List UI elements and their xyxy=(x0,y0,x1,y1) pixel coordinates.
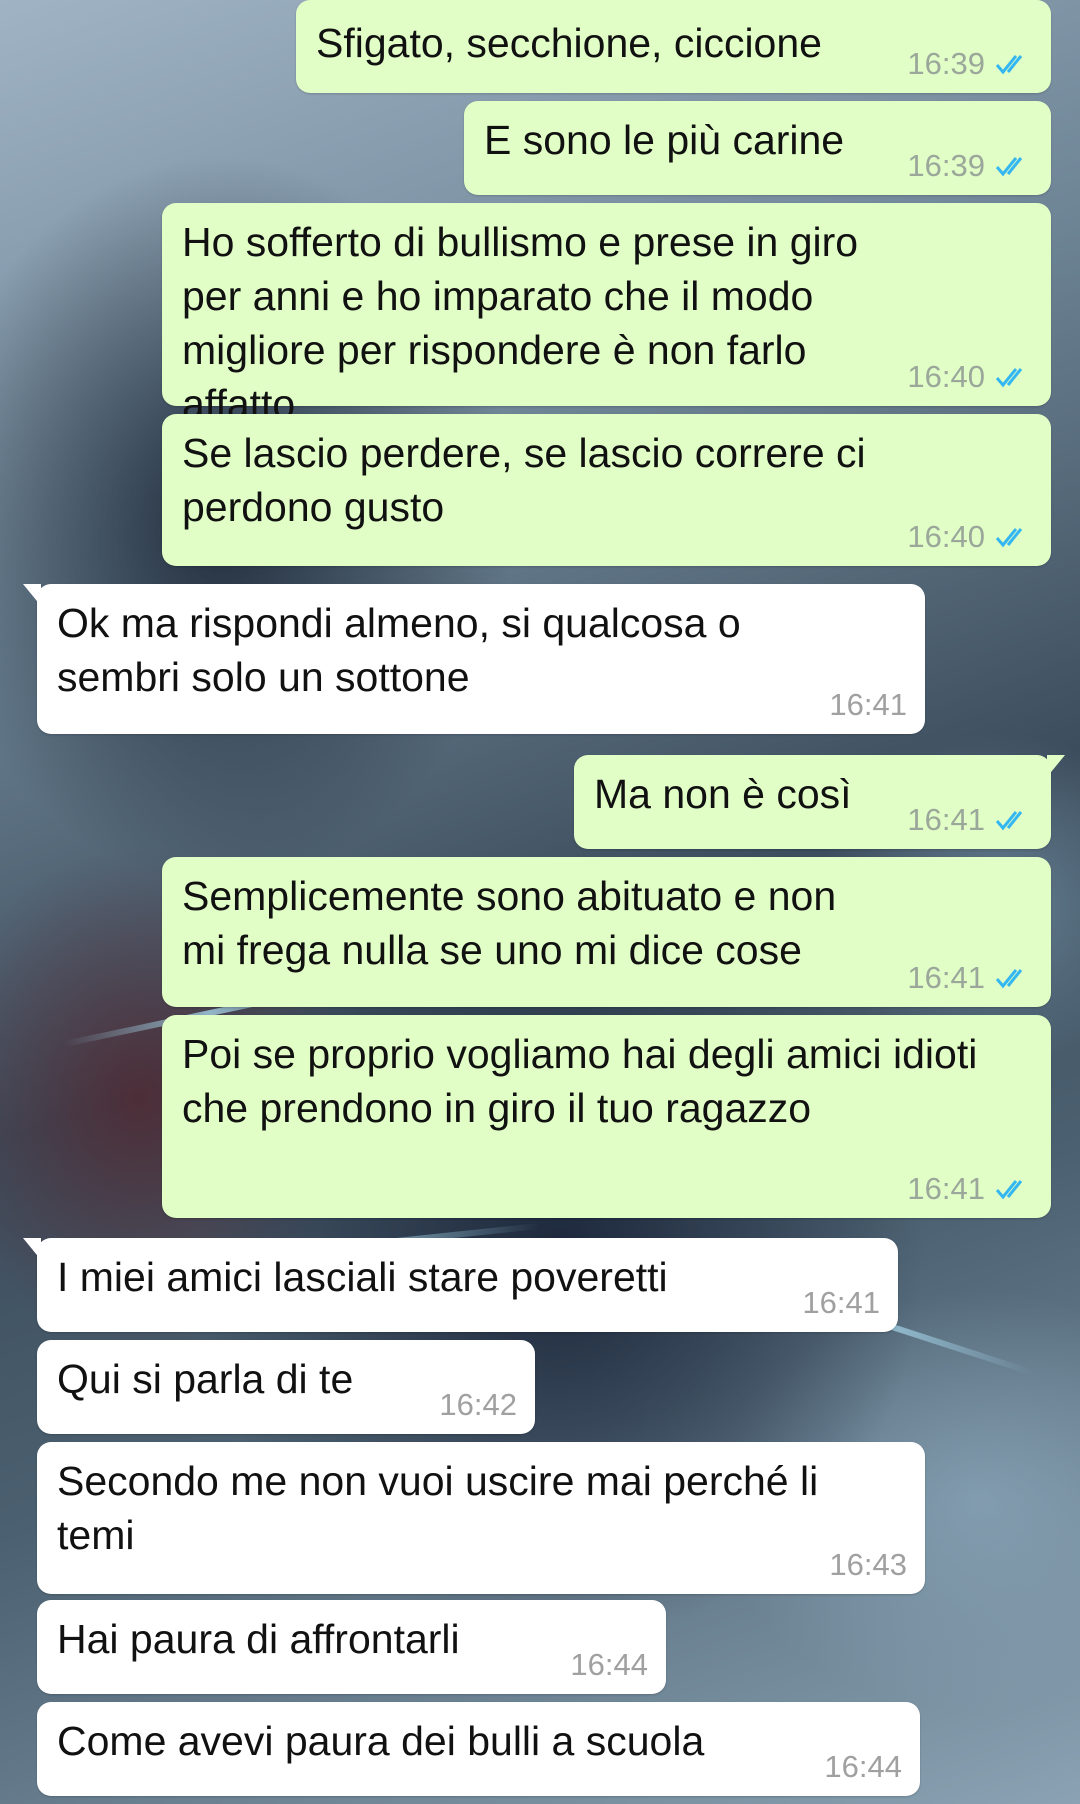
message-text: I miei amici lasciali stare poveretti xyxy=(57,1254,668,1300)
double-check-read-icon xyxy=(995,811,1023,831)
outgoing-message[interactable]: Se lascio perdere, se lascio correre ci … xyxy=(162,414,1051,566)
message-list: Sfigato, secchione, ciccione 16:39 E son… xyxy=(0,0,1080,1804)
message-meta: 16:43 xyxy=(829,1548,907,1582)
double-check-read-icon xyxy=(995,157,1023,177)
incoming-message[interactable]: Secondo me non vuoi uscire mai perché li… xyxy=(37,1442,925,1594)
message-time: 16:41 xyxy=(907,802,985,837)
message-meta: 16:41 xyxy=(907,961,1033,995)
incoming-message[interactable]: Ok ma rispondi almeno, si qualcosa o sem… xyxy=(23,584,925,734)
message-text: Secondo me non vuoi uscire mai perché li… xyxy=(57,1458,819,1558)
message-meta: 16:41 xyxy=(907,803,1033,837)
message-meta: 16:42 xyxy=(439,1388,517,1422)
outgoing-message[interactable]: Semplicemente sono abituato e non mi fre… xyxy=(162,857,1051,1007)
message-meta: 16:39 xyxy=(907,47,1033,81)
incoming-message[interactable]: I miei amici lasciali stare poveretti 16… xyxy=(23,1238,898,1332)
message-time: 16:41 xyxy=(829,687,907,722)
message-time: 16:41 xyxy=(802,1285,880,1320)
message-time: 16:43 xyxy=(829,1547,907,1582)
message-meta: 16:41 xyxy=(907,1172,1033,1206)
double-check-read-icon xyxy=(995,528,1023,548)
double-check-read-icon xyxy=(995,969,1023,989)
incoming-message[interactable]: Hai paura di affrontarli 16:44 xyxy=(37,1600,666,1694)
message-time: 16:40 xyxy=(907,359,985,394)
message-text: Ho sofferto di bullismo e prese in giro … xyxy=(182,219,859,427)
outgoing-message[interactable]: E sono le più carine 16:39 xyxy=(464,101,1051,195)
outgoing-message[interactable]: Ma non è così 16:41 xyxy=(574,755,1065,849)
message-meta: 16:40 xyxy=(907,360,1033,394)
message-meta: 16:39 xyxy=(907,149,1033,183)
message-meta: 16:44 xyxy=(824,1750,902,1784)
message-meta: 16:44 xyxy=(570,1648,648,1682)
message-time: 16:44 xyxy=(570,1647,648,1682)
message-text: Come avevi paura dei bulli a scuola xyxy=(57,1718,705,1764)
message-time: 16:41 xyxy=(907,1171,985,1206)
message-meta: 16:40 xyxy=(907,520,1033,554)
incoming-message[interactable]: Come avevi paura dei bulli a scuola 16:4… xyxy=(37,1702,920,1796)
message-time: 16:40 xyxy=(907,519,985,554)
message-time: 16:41 xyxy=(907,960,985,995)
message-meta: 16:41 xyxy=(802,1286,880,1320)
message-time: 16:39 xyxy=(907,148,985,183)
message-text: Hai paura di affrontarli xyxy=(57,1616,460,1662)
message-time: 16:42 xyxy=(439,1387,517,1422)
message-text: Semplicemente sono abituato e non mi fre… xyxy=(182,873,837,973)
outgoing-message[interactable]: Ho sofferto di bullismo e prese in giro … xyxy=(162,203,1051,427)
message-meta: 16:41 xyxy=(829,688,907,722)
double-check-read-icon xyxy=(995,1180,1023,1200)
message-text: Ok ma rispondi almeno, si qualcosa o sem… xyxy=(57,600,741,700)
double-check-read-icon xyxy=(995,368,1023,388)
outgoing-message[interactable]: Sfigato, secchione, ciccione 16:39 xyxy=(296,0,1051,93)
message-time: 16:44 xyxy=(824,1749,902,1784)
message-time: 16:39 xyxy=(907,46,985,81)
outgoing-message[interactable]: Poi se proprio vogliamo hai degli amici … xyxy=(162,1015,1051,1218)
message-text: Poi se proprio vogliamo hai degli amici … xyxy=(182,1031,978,1131)
message-text: Se lascio perdere, se lascio correre ci … xyxy=(182,430,866,530)
incoming-message[interactable]: Qui si parla di te 16:42 xyxy=(37,1340,535,1434)
double-check-read-icon xyxy=(995,55,1023,75)
